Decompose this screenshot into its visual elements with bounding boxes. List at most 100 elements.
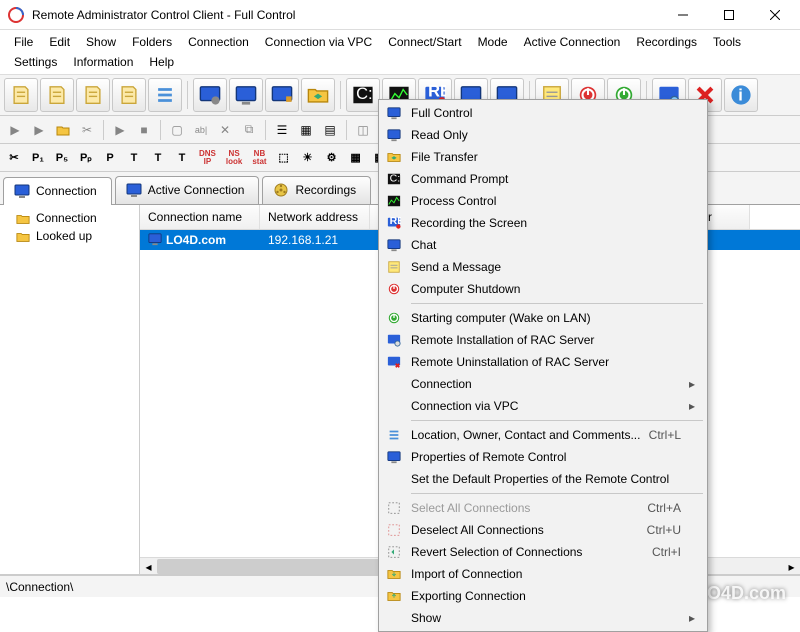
layout1-button[interactable]: ◫	[352, 119, 374, 141]
stop-button[interactable]: ■	[133, 119, 155, 141]
table-view-button[interactable]: ▤	[319, 119, 341, 141]
scroll-right-button[interactable]: ▸	[783, 558, 800, 574]
toolbar-scroll-search-button[interactable]	[112, 78, 146, 112]
tool3-button-0[interactable]: ✂	[4, 148, 24, 168]
folder-tree[interactable]: Connection Looked up	[0, 205, 140, 574]
tool3-button-7[interactable]: T	[172, 148, 192, 168]
play-button[interactable]: ▶	[4, 119, 26, 141]
menu-item-chat[interactable]: Chat	[381, 234, 705, 256]
tab-active-connection[interactable]: Active Connection	[115, 176, 260, 204]
menu-tools[interactable]: Tools	[705, 32, 749, 52]
scroll-left-button[interactable]: ◂	[140, 558, 157, 574]
toolbar-folder-arrows-button[interactable]	[301, 78, 335, 112]
minimize-button[interactable]	[660, 0, 706, 30]
menu-item-label: Read Only	[411, 128, 689, 142]
tree-node-connection[interactable]: Connection	[2, 209, 137, 227]
menu-item-set-the-default-properties-of-the-remote-control[interactable]: Set the Default Properties of the Remote…	[381, 468, 705, 490]
tree-label: Looked up	[36, 229, 92, 243]
menu-item-show[interactable]: Show▸	[381, 607, 705, 629]
tool3-button-8[interactable]: DNSIP	[196, 148, 219, 168]
tab-recordings[interactable]: Recordings	[262, 176, 371, 204]
tool3-button-1[interactable]: P₁	[28, 148, 48, 168]
toolbar-cmd-button[interactable]: C:\	[346, 78, 380, 112]
toolbar-scroll-button[interactable]	[4, 78, 38, 112]
play2-button[interactable]: ▶	[109, 119, 131, 141]
delete-button[interactable]: ✕	[214, 119, 236, 141]
menu-item-exporting-connection[interactable]: Exporting Connection	[381, 585, 705, 607]
menu-item-file-transfer[interactable]: File Transfer	[381, 146, 705, 168]
toolbar-scroll-mag-button[interactable]	[76, 78, 110, 112]
menu-item-remote-uninstallation-of-rac-server[interactable]: Remote Uninstallation of RAC Server	[381, 351, 705, 373]
toolbar-list-button[interactable]	[148, 78, 182, 112]
menu-item-send-a-message[interactable]: Send a Message	[381, 256, 705, 278]
copy-button[interactable]: ⧉	[238, 119, 260, 141]
tool3-button-14[interactable]: ▦	[346, 148, 366, 168]
menu-edit[interactable]: Edit	[41, 32, 78, 52]
menu-show[interactable]: Show	[78, 32, 124, 52]
submenu-arrow: ▸	[689, 399, 699, 413]
menu-recordings[interactable]: Recordings	[628, 32, 705, 52]
play-back-button[interactable]: ▶	[28, 119, 50, 141]
tool3-button-6[interactable]: T	[148, 148, 168, 168]
list-view-button[interactable]: ☰	[271, 119, 293, 141]
menu-item-label: Properties of Remote Control	[411, 450, 689, 464]
menu-item-starting-computer-wake-on-lan[interactable]: Starting computer (Wake on LAN)	[381, 307, 705, 329]
cmd-icon: C:\	[385, 171, 403, 187]
menu-item-revert-selection-of-connections[interactable]: Revert Selection of ConnectionsCtrl+I	[381, 541, 705, 563]
toolbar-monitor-button[interactable]	[229, 78, 263, 112]
tree-node-looked-up[interactable]: Looked up	[2, 227, 137, 245]
menu-folders[interactable]: Folders	[124, 32, 180, 52]
rename-button[interactable]: ab|	[190, 119, 212, 141]
menu-information[interactable]: Information	[65, 52, 141, 72]
tool3-button-12[interactable]: ☀	[298, 148, 318, 168]
menu-settings[interactable]: Settings	[6, 52, 65, 72]
column-header[interactable]: Network address	[260, 205, 370, 229]
menu-file[interactable]: File	[6, 32, 41, 52]
tool3-button-5[interactable]: T	[124, 148, 144, 168]
menu-connection-via-vpc[interactable]: Connection via VPC	[257, 32, 380, 52]
menu-item-computer-shutdown[interactable]: Computer Shutdown	[381, 278, 705, 300]
tool3-button-4[interactable]: P	[100, 148, 120, 168]
menu-active-connection[interactable]: Active Connection	[516, 32, 629, 52]
toolbar-monitor-gear-button[interactable]	[193, 78, 227, 112]
tool3-button-13[interactable]: ⚙	[322, 148, 342, 168]
menu-item-deselect-all-connections[interactable]: Deselect All ConnectionsCtrl+U	[381, 519, 705, 541]
window-title: Remote Administrator Control Client - Fu…	[32, 8, 660, 22]
menu-item-recording-the-screen[interactable]: RECRecording the Screen	[381, 212, 705, 234]
menu-item-connection[interactable]: Connection▸	[381, 373, 705, 395]
cut-button[interactable]: ✂	[76, 119, 98, 141]
menu-item-import-of-connection[interactable]: Import of Connection	[381, 563, 705, 585]
open-button[interactable]	[52, 119, 74, 141]
menu-item-properties-of-remote-control[interactable]: Properties of Remote Control	[381, 446, 705, 468]
toolbar-monitor-stop-button[interactable]	[265, 78, 299, 112]
tool3-button-2[interactable]: P₅	[52, 148, 72, 168]
menu-item-remote-installation-of-rac-server[interactable]: Remote Installation of RAC Server	[381, 329, 705, 351]
uninstall-icon	[385, 354, 403, 370]
menu-item-read-only[interactable]: Read Only	[381, 124, 705, 146]
column-header[interactable]: Connection name	[140, 205, 260, 229]
menu-connection[interactable]: Connection	[180, 32, 257, 52]
new-doc-button[interactable]: ▢	[166, 119, 188, 141]
close-button[interactable]	[752, 0, 798, 30]
shortcut: Ctrl+U	[647, 523, 681, 537]
menu-item-command-prompt[interactable]: C:\Command Prompt	[381, 168, 705, 190]
maximize-button[interactable]	[706, 0, 752, 30]
tool3-button-9[interactable]: NSlook	[223, 148, 245, 168]
menu-mode[interactable]: Mode	[470, 32, 516, 52]
tool3-button-10[interactable]: NBstat	[249, 148, 269, 168]
power-green-icon	[385, 310, 403, 326]
status-path: \Connection\	[6, 580, 73, 594]
tool3-button-11[interactable]: ⬚	[274, 148, 294, 168]
menu-item-full-control[interactable]: Full Control	[381, 102, 705, 124]
toolbar-info-button[interactable]: i	[724, 78, 758, 112]
menu-help[interactable]: Help	[141, 52, 182, 72]
menu-item-process-control[interactable]: Process Control	[381, 190, 705, 212]
menu-connect/start[interactable]: Connect/Start	[380, 32, 469, 52]
tool3-button-3[interactable]: Pₚ	[76, 148, 96, 168]
menu-item-connection-via-vpc[interactable]: Connection via VPC▸	[381, 395, 705, 417]
menu-item-location-owner-contact-and-comments[interactable]: Location, Owner, Contact and Comments...…	[381, 424, 705, 446]
tab-connection[interactable]: Connection	[3, 177, 112, 205]
grid-view-button[interactable]: ▦	[295, 119, 317, 141]
monitor-icon	[126, 182, 142, 198]
toolbar-scroll-plus-button[interactable]	[40, 78, 74, 112]
